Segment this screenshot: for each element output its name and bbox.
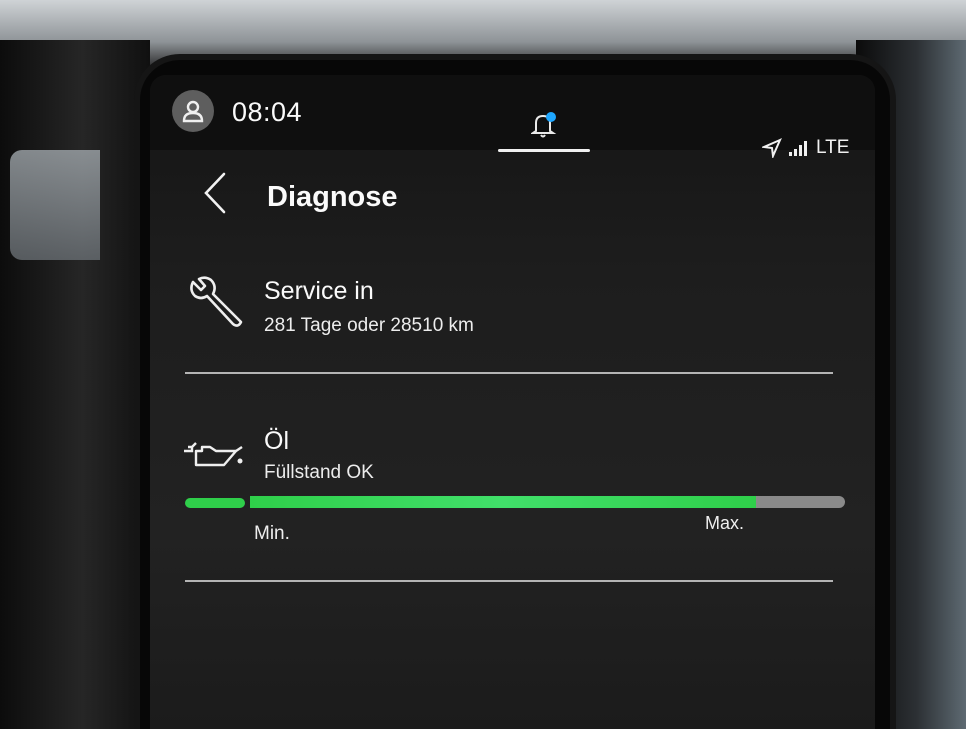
oil-min-label: Min. <box>254 523 290 544</box>
dashboard-left <box>0 40 150 729</box>
oil-level-remaining <box>756 496 845 508</box>
divider <box>185 580 833 582</box>
service-title: Service in <box>264 277 374 305</box>
back-button[interactable] <box>198 170 234 216</box>
status-bar: 08:04 LTE <box>150 75 875 158</box>
oil-max-label: Max. <box>705 513 745 533</box>
oil-title: Öl <box>264 427 289 455</box>
user-icon[interactable] <box>172 90 214 132</box>
notification-tab[interactable] <box>498 105 590 155</box>
oil-level-min-segment <box>185 498 245 508</box>
oil-can-icon <box>184 442 243 467</box>
wrench-icon <box>190 276 243 327</box>
divider <box>185 372 833 374</box>
navigation-arrow-icon <box>762 138 782 158</box>
signal-bars-icon <box>789 141 807 156</box>
chevron-left-icon <box>204 172 226 214</box>
page-title: Diagnose <box>267 181 398 213</box>
infotainment-screen: 08:04 LTE Diagnose Service in 281 Tage o… <box>150 75 875 729</box>
oil-level-bar <box>185 496 845 508</box>
bell-icon <box>531 112 557 138</box>
service-subtitle: 281 Tage oder 28510 km <box>264 315 474 336</box>
oil-level-fill <box>250 496 756 508</box>
network-type: LTE <box>816 137 850 158</box>
dashboard-glare <box>10 150 100 260</box>
clock: 08:04 <box>232 97 303 127</box>
oil-subtitle: Füllstand OK <box>264 462 374 483</box>
notification-underline <box>498 149 590 152</box>
status-indicators: LTE <box>762 137 849 159</box>
